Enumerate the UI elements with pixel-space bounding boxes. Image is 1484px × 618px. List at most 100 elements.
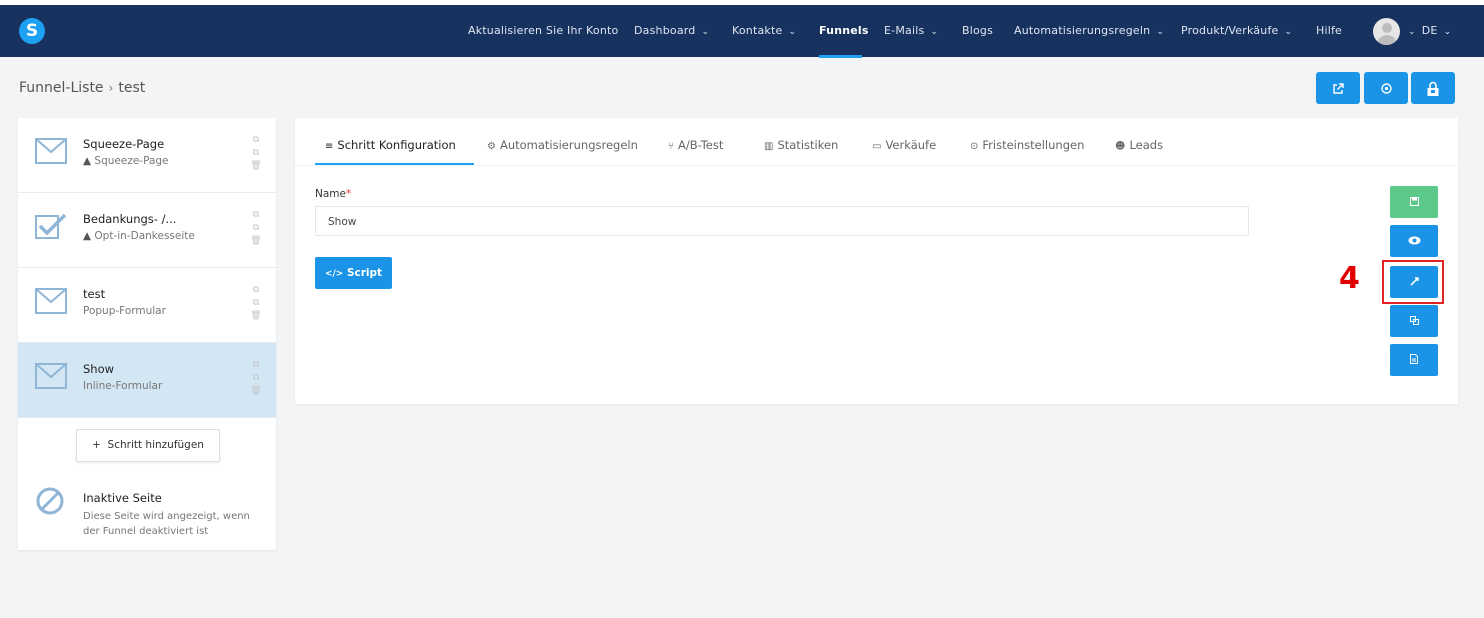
tab-step-configuration[interactable]: ≡ Schritt Konfiguration (325, 138, 456, 152)
trash-icon[interactable]: 🗑 (249, 235, 263, 248)
chevron-down-icon: ⌄ (1156, 27, 1165, 37)
add-step-label: Schritt hinzufügen (107, 439, 204, 451)
script-button[interactable]: </> Script (315, 257, 392, 289)
tab-sales[interactable]: ▭ Verkäufe (872, 138, 936, 152)
chevron-down-icon: ⌄ (1443, 27, 1452, 37)
tab-label: Schritt Konfiguration (337, 138, 456, 152)
trash-icon[interactable]: 🗑 (249, 310, 263, 323)
step-actions: ⧉ ⧉ 🗑 (249, 209, 263, 248)
list-icon: ≡ (325, 141, 334, 152)
nav-label: Hilfe (1316, 24, 1343, 37)
nav-active-indicator (819, 55, 862, 58)
funnel-steps-panel: Squeeze-Page ▲ Squeeze-Page ⧉ ⧉ 🗑 Bedank… (18, 118, 276, 550)
open-external-button[interactable] (1316, 72, 1360, 104)
inactive-page-title[interactable]: Inaktive Seite (83, 491, 162, 505)
envelope-icon (35, 363, 67, 389)
nav-emails[interactable]: E-Mails ⌄ (884, 5, 938, 57)
trash-icon[interactable]: 🗑 (249, 385, 263, 398)
nav-automation-rules[interactable]: Automatisierungsregeln ⌄ (1014, 5, 1164, 57)
document-icon (1410, 354, 1418, 364)
envelope-icon (35, 288, 67, 314)
step-subtitle-text: Opt-in-Dankesseite (94, 230, 195, 242)
nav-upgrade-account[interactable]: Aktualisieren Sie Ihr Konto (468, 5, 618, 57)
money-icon: ▭ (872, 141, 882, 152)
step-item-test[interactable]: test Popup-Formular ⧉ ⧉ 🗑 (18, 268, 276, 343)
annotation-number: 4 (1339, 261, 1360, 296)
breadcrumb-funnel-list[interactable]: Funnel-Liste (19, 80, 104, 96)
duplicate-icon[interactable]: ⧉ (249, 372, 263, 385)
copy-icon[interactable]: ⧉ (249, 284, 263, 297)
trash-icon[interactable]: 🗑 (249, 160, 263, 173)
duplicate-icon[interactable]: ⧉ (249, 222, 263, 235)
clock-icon: ⊙ (970, 141, 979, 152)
step-actions: ⧉ ⧉ 🗑 (249, 134, 263, 173)
nav-help[interactable]: Hilfe (1316, 5, 1342, 57)
lock-button[interactable] (1411, 72, 1455, 104)
tab-leads[interactable]: ☻ Leads (1115, 138, 1163, 152)
nav-products-sales[interactable]: Produkt/Verkäufe ⌄ (1181, 5, 1292, 57)
external-link-icon (1333, 82, 1344, 94)
plus-icon: + (92, 439, 101, 451)
inactive-page-description: Diese Seite wird angezeigt, wenn der Fun… (83, 511, 250, 537)
tab-label: Statistiken (777, 138, 839, 152)
tab-ab-test[interactable]: ⑂ A/B-Test (668, 138, 723, 152)
avatar-shoulders (1377, 35, 1397, 45)
tab-label: Verkäufe (885, 138, 937, 152)
name-input[interactable]: Show (315, 206, 1249, 236)
nav-label: Automatisierungsregeln (1014, 24, 1151, 37)
nav-dashboard[interactable]: Dashboard ⌄ (634, 5, 709, 57)
step-actions: ⧉ ⧉ 🗑 (249, 359, 263, 398)
step-title: Bedankungs- /... (83, 212, 177, 226)
preview-button[interactable] (1390, 225, 1438, 257)
nav-contacts[interactable]: Kontakte ⌄ (732, 5, 796, 57)
chevron-down-icon: ⌄ (788, 27, 797, 37)
chevron-down-icon: ⌄ (701, 27, 710, 37)
duplicate-icon[interactable]: ⧉ (249, 147, 263, 160)
nav-label: Blogs (962, 24, 994, 37)
nav-funnels[interactable]: Funnels (819, 5, 869, 57)
step-subtitle: Popup-Formular (83, 305, 166, 317)
name-label-text: Name (315, 188, 346, 200)
document-button[interactable] (1390, 344, 1438, 376)
tab-label: Leads (1129, 138, 1164, 152)
step-title: Show (83, 362, 115, 376)
copy-icon[interactable]: ⧉ (249, 209, 263, 222)
nav-blogs[interactable]: Blogs (962, 5, 993, 57)
settings-icon (1380, 83, 1392, 94)
tab-automation-rules[interactable]: ⚙ Automatisierungsregeln (487, 138, 638, 152)
add-step-button[interactable]: + Schritt hinzufügen (76, 429, 220, 462)
step-subtitle: ▲ Opt-in-Dankesseite (83, 230, 195, 242)
top-navbar: S Aktualisieren Sie Ihr Konto Dashboard ⌄… (0, 5, 1484, 58)
language-selector[interactable]: ⌄ DE ⌄ (1408, 5, 1451, 57)
save-button[interactable] (1390, 186, 1438, 218)
step-item-squeeze-page[interactable]: Squeeze-Page ▲ Squeeze-Page ⧉ ⧉ 🗑 (18, 118, 276, 193)
user-avatar[interactable] (1373, 18, 1400, 45)
split-icon: ⑂ (668, 141, 674, 152)
copy-button[interactable] (1390, 305, 1438, 337)
brand-logo[interactable]: S (19, 18, 45, 44)
settings-button[interactable] (1364, 72, 1408, 104)
step-subtitle: Inline-Formular (83, 380, 163, 392)
language-label: DE (1421, 24, 1438, 37)
step-actions: ⧉ ⧉ 🗑 (249, 284, 263, 323)
step-configuration-panel: ≡ Schritt Konfiguration ⚙ Automatisierungs… (295, 118, 1458, 404)
duplicate-icon[interactable]: ⧉ (249, 297, 263, 310)
copy-icon[interactable]: ⧉ (249, 134, 263, 147)
tabs-divider (295, 165, 1458, 166)
checkbox-icon (35, 213, 67, 239)
step-item-thank-you[interactable]: Bedankungs- /... ▲ Opt-in-Dankesseite ⧉ … (18, 193, 276, 268)
tab-deadline-settings[interactable]: ⊙ Fristeinstellungen (970, 138, 1084, 152)
tab-label: Automatisierungsregeln (499, 138, 638, 152)
annotation-highlight-box (1382, 260, 1444, 304)
chevron-down-icon: ⌄ (1408, 27, 1416, 37)
copy-icon[interactable]: ⧉ (249, 359, 263, 372)
tab-statistics[interactable]: ▥ Statistiken (764, 138, 838, 152)
breadcrumb-current: test (118, 80, 146, 96)
step-item-show[interactable]: Show Inline-Formular ⧉ ⧉ 🗑 (18, 343, 276, 418)
nav-label: Kontakte (732, 24, 783, 37)
nav-label: Produkt/Verkäufe (1181, 24, 1279, 37)
bar-chart-icon: ▥ (764, 141, 774, 152)
chevron-down-icon: ⌄ (930, 27, 939, 37)
required-mark: * (345, 188, 352, 200)
save-icon (1409, 196, 1419, 206)
